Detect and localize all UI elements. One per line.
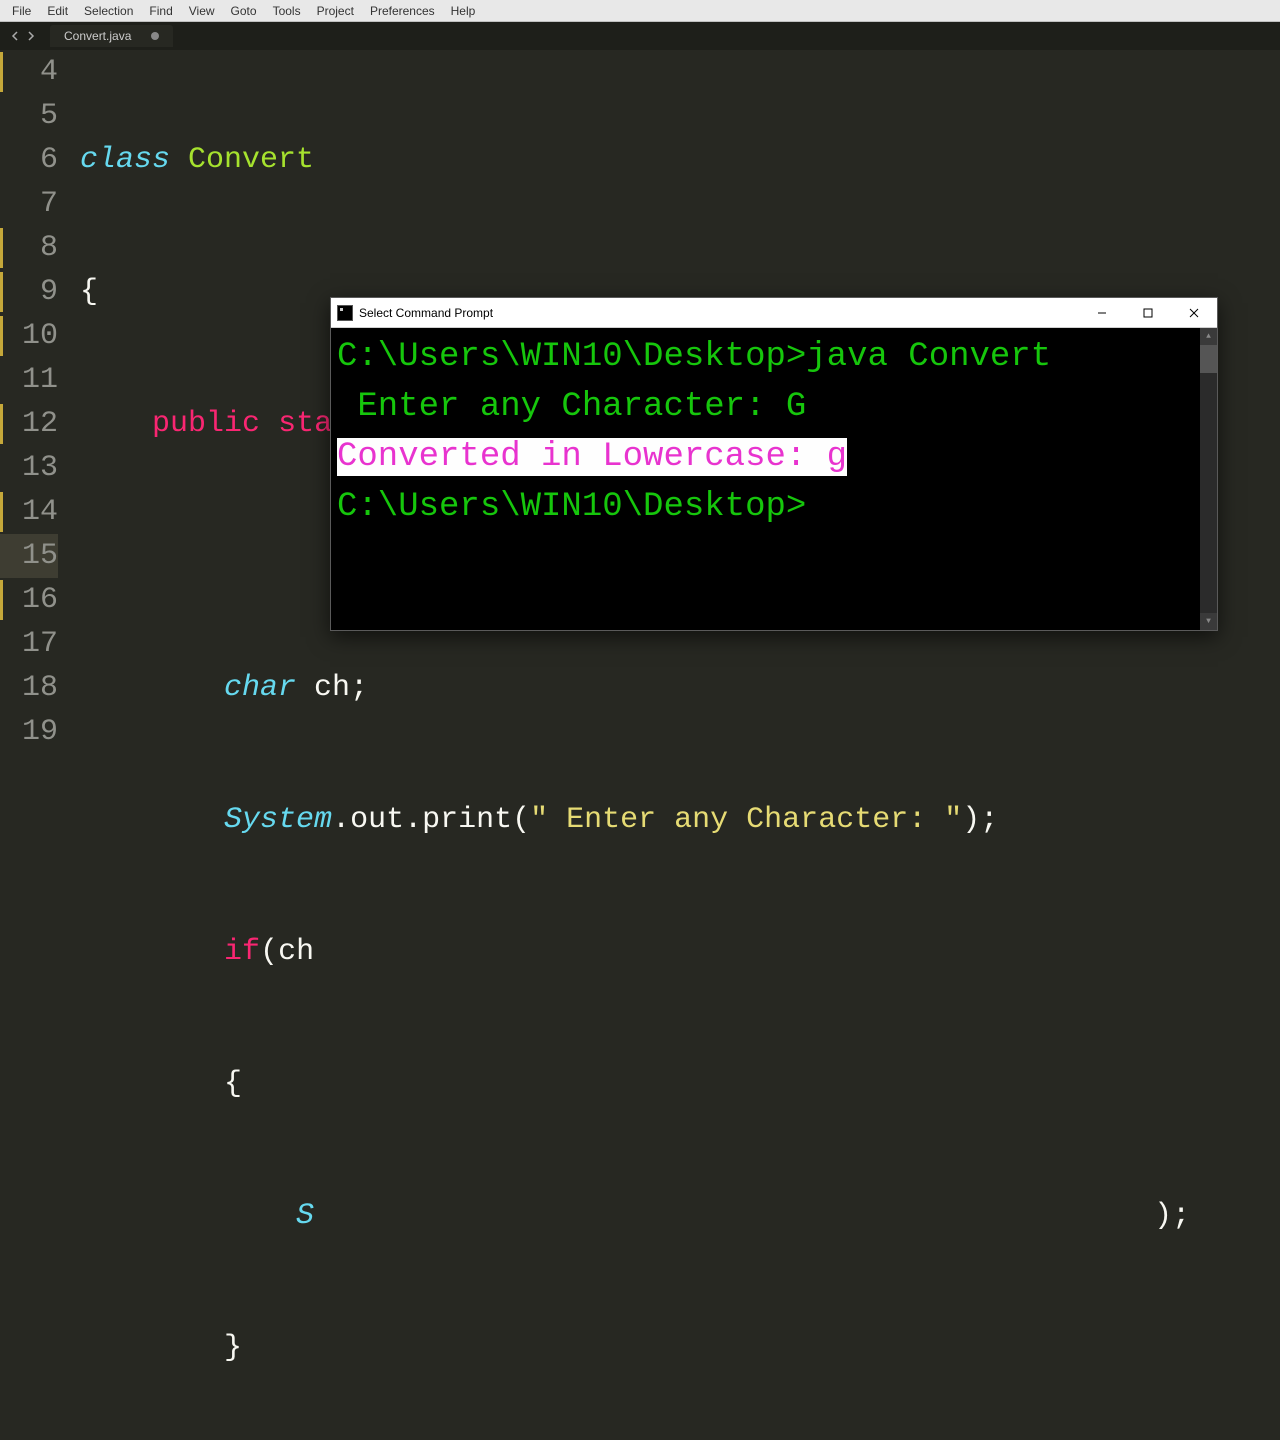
file-tab[interactable]: Convert.java <box>50 25 173 47</box>
code-line: } <box>80 1326 1280 1370</box>
tab-bar: Convert.java <box>0 22 1280 50</box>
line-number: 19 <box>0 710 58 754</box>
cmd-title-label: Select Command Prompt <box>359 306 1079 320</box>
cmd-output[interactable]: C:\Users\WIN10\Desktop>java Convert Ente… <box>331 328 1217 630</box>
minimize-button[interactable] <box>1079 298 1125 328</box>
code-line: class Convert <box>80 138 1280 182</box>
menu-selection[interactable]: Selection <box>76 2 141 20</box>
menu-file[interactable]: File <box>4 2 39 20</box>
cmd-app-icon <box>337 305 353 321</box>
cmd-scrollbar[interactable]: ▲ ▼ <box>1200 328 1217 630</box>
line-number: 9 <box>0 270 58 314</box>
line-number: 4 <box>0 50 58 94</box>
line-number: 7 <box>0 182 58 226</box>
line-number: 17 <box>0 622 58 666</box>
command-prompt-window[interactable]: Select Command Prompt C:\Users\WIN10\Des… <box>330 297 1218 631</box>
tab-nav-prev-icon[interactable] <box>8 29 22 43</box>
line-number: 18 <box>0 666 58 710</box>
menu-help[interactable]: Help <box>443 2 484 20</box>
code-line: { <box>80 1062 1280 1106</box>
cmd-window-controls <box>1079 298 1217 328</box>
cmd-selected-text: Converted in Lowercase: g <box>337 438 847 476</box>
line-number: 15 <box>0 534 58 578</box>
cmd-output-line: C:\Users\WIN10\Desktop>java Convert <box>337 332 1211 382</box>
menu-goto[interactable]: Goto <box>223 2 265 20</box>
line-number: 11 <box>0 358 58 402</box>
line-number-gutter: 45678910111213141516171819 <box>0 50 74 720</box>
line-number: 6 <box>0 138 58 182</box>
menu-project[interactable]: Project <box>309 2 362 20</box>
cmd-output-line: C:\Users\WIN10\Desktop> <box>337 482 1211 532</box>
menu-find[interactable]: Find <box>141 2 180 20</box>
scroll-thumb[interactable] <box>1200 345 1217 373</box>
file-tab-label: Convert.java <box>64 29 131 43</box>
code-line: S); <box>80 1194 1280 1238</box>
menu-tools[interactable]: Tools <box>265 2 309 20</box>
cmd-titlebar[interactable]: Select Command Prompt <box>331 298 1217 328</box>
menu-preferences[interactable]: Preferences <box>362 2 443 20</box>
line-number: 14 <box>0 490 58 534</box>
line-number: 13 <box>0 446 58 490</box>
code-line: System.out.print(" Enter any Character: … <box>80 798 1280 842</box>
line-number: 10 <box>0 314 58 358</box>
scroll-down-icon[interactable]: ▼ <box>1200 613 1217 630</box>
cmd-output-line: Converted in Lowercase: g <box>337 432 1211 482</box>
line-number: 5 <box>0 94 58 138</box>
cmd-output-line: Enter any Character: G <box>337 382 1211 432</box>
dirty-indicator-icon <box>151 32 159 40</box>
tab-nav <box>8 29 38 43</box>
code-line: char ch; <box>80 666 1280 710</box>
menu-view[interactable]: View <box>181 2 223 20</box>
menu-edit[interactable]: Edit <box>39 2 76 20</box>
tab-nav-next-icon[interactable] <box>24 29 38 43</box>
menu-bar: File Edit Selection Find View Goto Tools… <box>0 0 1280 22</box>
code-line: if(ch <box>80 930 1280 974</box>
scroll-up-icon[interactable]: ▲ <box>1200 328 1217 345</box>
line-number: 12 <box>0 402 58 446</box>
maximize-button[interactable] <box>1125 298 1171 328</box>
line-number: 16 <box>0 578 58 622</box>
line-number: 8 <box>0 226 58 270</box>
